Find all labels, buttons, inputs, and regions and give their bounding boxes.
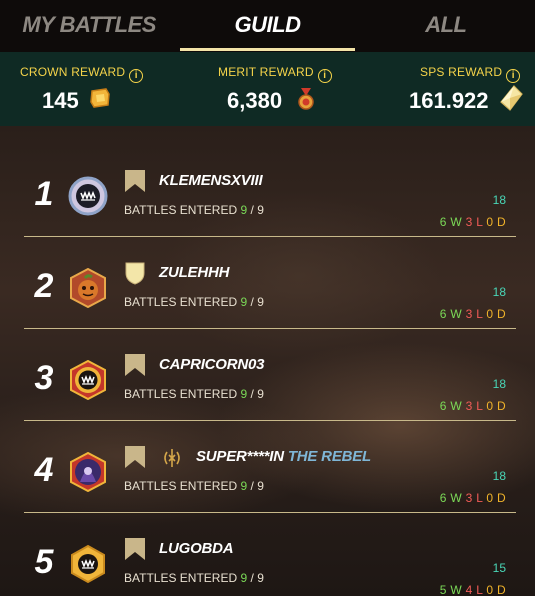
sps-crystal-icon <box>500 85 523 111</box>
rank-number: 5 <box>34 543 54 581</box>
merit-info-icon[interactable]: i <box>317 69 332 83</box>
losses: 3 <box>465 399 473 413</box>
battles-entered-label: BATTLES ENTERED <box>124 203 238 217</box>
player-name-text[interactable]: LUGOBDA <box>159 540 234 557</box>
sps-info-icon[interactable]: i <box>506 69 521 83</box>
wizard-avatar <box>70 452 106 492</box>
leaderboard-row-5[interactable]: 5 LUGOBDA BATTLES ENTERED 9 / 9 15 5 W 4… <box>24 513 516 596</box>
wins: 5 <box>439 583 447 596</box>
win-loss-record: 6 W 3 L 0 D <box>439 399 506 413</box>
pumpkin-avatar <box>70 268 106 308</box>
battles-separator: / <box>250 571 254 585</box>
rank-number: 1 <box>34 175 54 213</box>
losses: 4 <box>465 583 473 596</box>
battles-total: 9 <box>257 203 264 217</box>
leaderboard-row-1[interactable]: 1 KLEMENSXVIII BATTLES ENTERED 9 / 9 18 … <box>24 145 516 237</box>
leaderboard-row-2[interactable]: 2 ZULEHHH BATTLES ENTERED 9 / 9 18 6 W 3… <box>24 237 516 329</box>
rank-number: 2 <box>34 267 54 305</box>
battles-entered: BATTLES ENTERED 9 / 9 <box>124 479 264 493</box>
battles-entered-label: BATTLES ENTERED <box>124 387 238 401</box>
losses: 3 <box>465 491 473 505</box>
battles-total: 9 <box>257 479 264 493</box>
leaderboard-row-4[interactable]: 4 SUPER****IN THE REBEL BATTLES ENTERED … <box>24 421 516 513</box>
bookmark-flag-icon[interactable] <box>124 537 146 561</box>
battles-entered-label: BATTLES ENTERED <box>124 479 238 493</box>
player-name-text[interactable]: ZULEHHH <box>159 264 229 281</box>
leaderboard-row-3[interactable]: 3 CAPRICORN03 BATTLES ENTERED 9 / 9 18 6… <box>24 329 516 421</box>
wins: 6 <box>439 215 447 229</box>
sps-reward-value: 161.922 <box>409 88 489 113</box>
player-name-text[interactable]: CAPRICORN03 <box>159 356 265 373</box>
player-name[interactable]: ZULEHHH <box>159 264 229 281</box>
battles-entered-count: 9 <box>240 295 248 309</box>
player-name-text[interactable]: KLEMENSXVIII <box>159 172 263 189</box>
battles-entered-label: BATTLES ENTERED <box>124 295 238 309</box>
tab-all[interactable]: ALL <box>357 0 535 52</box>
battles-entered: BATTLES ENTERED 9 / 9 <box>124 295 264 309</box>
gold-monster-avatar <box>70 360 106 400</box>
win-loss-record: 6 W 3 L 0 D <box>439 307 506 321</box>
wins: 6 <box>439 491 447 505</box>
score: 15 <box>492 561 506 575</box>
crown-reward-value: 145 <box>42 88 79 113</box>
win-loss-record: 6 W 3 L 0 D <box>439 215 506 229</box>
player-name[interactable]: CAPRICORN03 <box>159 356 265 373</box>
battles-total: 9 <box>257 295 264 309</box>
wins: 6 <box>439 399 447 413</box>
losses: 3 <box>465 307 473 321</box>
rank-number: 4 <box>34 451 54 489</box>
tab-bar: MY BATTLES GUILD ALL <box>0 0 535 52</box>
battles-entered-label: BATTLES ENTERED <box>124 571 238 585</box>
score: 18 <box>492 285 506 299</box>
battles-separator: / <box>250 295 254 309</box>
player-name-text[interactable]: SUPER****IN <box>196 448 284 465</box>
bookmark-flag-icon[interactable] <box>124 445 146 469</box>
bookmark-flag-icon[interactable] <box>124 169 146 193</box>
merit-reward-label-row: MERIT REWARD i <box>218 65 332 83</box>
score: 18 <box>492 469 506 483</box>
battles-separator: / <box>250 387 254 401</box>
sps-reward-label-row: SPS REWARD i <box>420 65 521 83</box>
battles-entered-count: 9 <box>240 387 248 401</box>
rewards-bar: CROWN REWARD i 145 MERIT REWARD i 6,380 SP… <box>0 52 535 126</box>
player-name[interactable]: LUGOBDA <box>159 540 234 557</box>
battles-entered-count: 9 <box>240 203 248 217</box>
battles-separator: / <box>250 479 254 493</box>
battles-total: 9 <box>257 571 264 585</box>
battles-entered-count: 9 <box>240 571 248 585</box>
sps-reward-label: SPS REWARD <box>420 65 503 79</box>
crown-token-icon <box>90 88 110 108</box>
score: 18 <box>492 193 506 207</box>
crown-info-icon[interactable]: i <box>129 69 144 83</box>
wins: 6 <box>439 307 447 321</box>
tab-my-battles[interactable]: MY BATTLES <box>0 0 178 52</box>
battles-entered-count: 9 <box>240 479 248 493</box>
silver-monster-avatar <box>68 176 108 216</box>
player-name[interactable]: KLEMENSXVIII <box>159 172 263 189</box>
rank-number: 3 <box>34 359 54 397</box>
guild-crest-icon <box>164 449 180 467</box>
bookmark-flag-icon[interactable] <box>124 353 146 377</box>
losses: 3 <box>465 215 473 229</box>
battles-separator: / <box>250 203 254 217</box>
merit-reward-label: MERIT REWARD <box>218 65 314 79</box>
gold-monster-avatar <box>71 544 105 584</box>
tab-guild[interactable]: GUILD <box>178 0 356 52</box>
battles-entered: BATTLES ENTERED 9 / 9 <box>124 571 264 585</box>
guild-shield-icon[interactable] <box>124 261 146 285</box>
player-name[interactable]: SUPER****IN THE REBEL <box>196 448 371 465</box>
guild-name[interactable]: THE REBEL <box>288 448 371 465</box>
crown-reward-label: CROWN REWARD <box>20 65 126 79</box>
battles-total: 9 <box>257 387 264 401</box>
merit-reward-value: 6,380 <box>227 88 283 113</box>
win-loss-record: 5 W 4 L 0 D <box>439 583 506 596</box>
battles-entered: BATTLES ENTERED 9 / 9 <box>124 387 264 401</box>
battles-entered: BATTLES ENTERED 9 / 9 <box>124 203 264 217</box>
merit-medal-icon <box>298 88 314 110</box>
score: 18 <box>492 377 506 391</box>
crown-reward-label-row: CROWN REWARD i <box>20 65 144 83</box>
win-loss-record: 6 W 3 L 0 D <box>439 491 506 505</box>
